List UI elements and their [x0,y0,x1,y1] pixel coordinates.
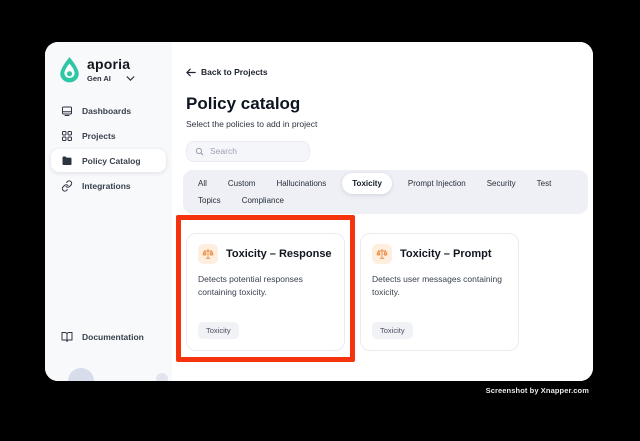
workspace-name: Gen AI [87,74,111,83]
scales-icon [372,243,392,264]
filter-tabs: All Custom Hallucinations Toxicity Promp… [183,169,588,214]
card-description: Detects potential responses containing t… [198,273,303,297]
card-title: Toxicity – Response [226,247,332,260]
aporia-logo-icon [60,57,79,83]
sidebar-item-label: Integrations [82,180,131,191]
policy-card-toxicity-prompt[interactable]: Toxicity – Prompt Detects user messages … [360,232,519,351]
tab-toxicity[interactable]: Toxicity [342,172,392,194]
dashboards-icon [61,105,73,117]
folder-icon [61,155,73,167]
main-content: Back to Projects Policy catalog Select t… [172,42,593,381]
card-header: Toxicity – Prompt [372,243,507,264]
sidebar-item-policy-catalog[interactable]: Policy Catalog [51,149,166,172]
tab-hallucinations[interactable]: Hallucinations [276,176,326,191]
sidebar-item-label: Documentation [82,331,144,342]
card-description: Detects user messages containing toxicit… [372,273,502,297]
sidebar-item-integrations[interactable]: Integrations [45,173,172,198]
page-title: Policy catalog [186,93,301,113]
projects-grid-icon [61,130,73,142]
card-header: Toxicity – Response [198,243,333,264]
sidebar-item-projects[interactable]: Projects [45,123,172,148]
sidebar-item-label: Projects [82,130,116,141]
sidebar-item-dashboards[interactable]: Dashboards [45,98,172,123]
tab-prompt-injection[interactable]: Prompt Injection [408,176,466,191]
scales-icon [198,243,218,264]
back-to-projects-link[interactable]: Back to Projects [186,67,268,77]
sidebar-nav: Dashboards Projects Policy Catalog Integ… [45,98,172,198]
tab-test[interactable]: Test [537,176,552,191]
user-avatar[interactable] [68,368,94,381]
card-tag-badge: Toxicity [198,321,239,339]
sidebar-collapse-handle[interactable] [156,373,168,381]
tab-topics[interactable]: Topics [198,193,221,208]
sidebar-item-label: Policy Catalog [82,155,141,166]
sidebar-item-documentation[interactable]: Documentation [45,324,172,349]
arrow-left-icon [186,68,196,76]
policy-card-toxicity-response[interactable]: Toxicity – Response Detects potential re… [186,232,345,351]
search-box[interactable] [186,140,310,162]
policy-card-list: Toxicity – Response Detects potential re… [186,232,593,351]
tab-custom[interactable]: Custom [228,176,256,191]
book-open-icon [61,331,73,343]
app-window: aporia Gen AI Dashboards Projects Policy… [45,42,593,381]
card-tag-badge: Toxicity [372,321,413,339]
sidebar: aporia Gen AI Dashboards Projects Policy… [45,42,172,381]
search-icon [195,147,204,155]
tab-compliance[interactable]: Compliance [242,193,284,208]
tab-security[interactable]: Security [487,176,516,191]
link-icon [61,179,73,192]
screenshot-stage: aporia Gen AI Dashboards Projects Policy… [0,0,640,441]
tab-all[interactable]: All [198,176,207,191]
back-link-label: Back to Projects [201,67,268,77]
workspace-switcher[interactable]: aporia Gen AI [45,42,172,83]
watermark-text: Screenshot by Xnapper.com [485,386,589,395]
search-input[interactable] [210,146,301,156]
chevron-down-icon [126,76,135,81]
sidebar-item-label: Dashboards [82,105,132,116]
brand-name: aporia [87,56,131,72]
card-title: Toxicity – Prompt [400,247,492,260]
page-subtitle: Select the policies to add in project [186,118,318,129]
brand-text: aporia Gen AI [87,57,135,83]
